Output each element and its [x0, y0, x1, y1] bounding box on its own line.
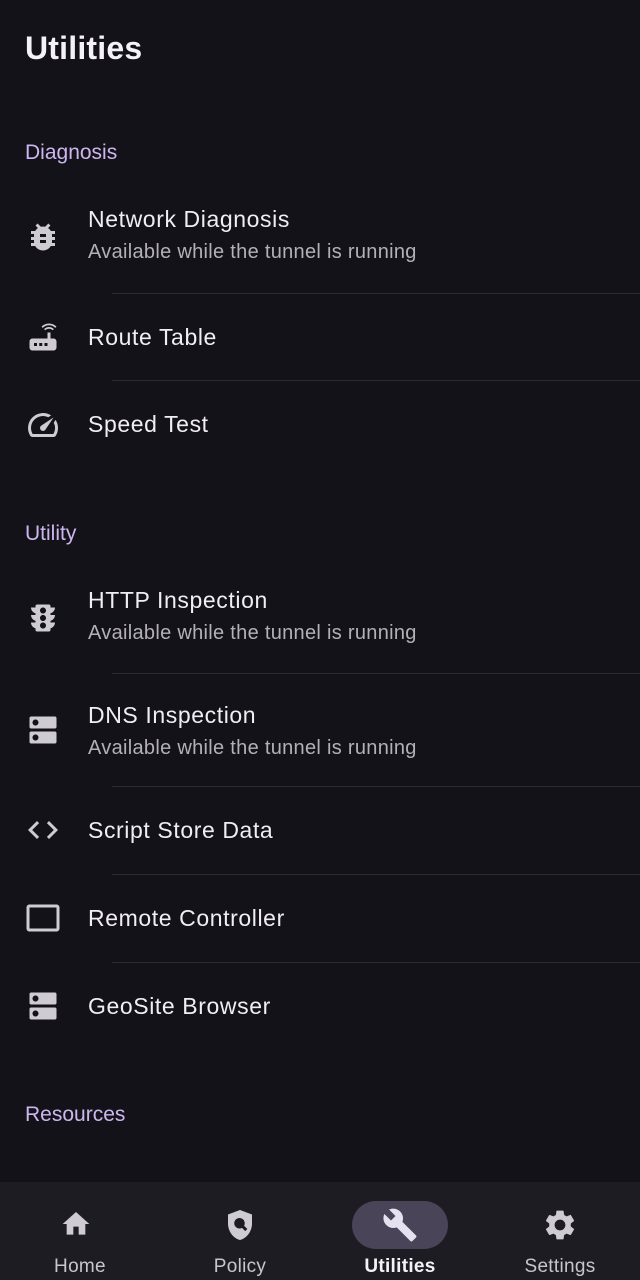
list-item-script-store-data[interactable]: Script Store Data: [0, 787, 640, 874]
section-header-resources: Resources: [25, 1103, 126, 1126]
shield-search-icon: [222, 1207, 258, 1243]
item-title: Script Store Data: [88, 817, 274, 843]
list-item-route-table[interactable]: Route Table: [0, 294, 640, 380]
page-title: Utilities: [25, 30, 143, 66]
item-title: Remote Controller: [88, 905, 285, 931]
section-header-utility: Utility: [25, 522, 77, 545]
wrench-icon: [382, 1207, 418, 1243]
list-item-http-inspection[interactable]: HTTP Inspection Available while the tunn…: [0, 575, 640, 673]
speedometer-icon: [25, 407, 61, 443]
list-item-speed-test[interactable]: Speed Test: [0, 381, 640, 469]
router-icon: [25, 319, 61, 355]
list-item-network-diagnosis[interactable]: Network Diagnosis Available while the tu…: [0, 194, 640, 292]
nav-label: Utilities: [364, 1256, 436, 1277]
list-item-geosite-browser[interactable]: GeoSite Browser: [0, 963, 640, 1051]
dns-icon: [25, 712, 61, 748]
screen-icon: [25, 900, 61, 936]
traffic-light-icon: [25, 600, 61, 636]
item-subtitle: Available while the tunnel is running: [88, 622, 417, 644]
nav-item-policy[interactable]: Policy: [160, 1182, 320, 1280]
home-icon: [60, 1208, 96, 1244]
item-subtitle: Available while the tunnel is running: [88, 737, 417, 759]
gear-icon: [542, 1207, 578, 1243]
section-header-diagnosis: Diagnosis: [25, 141, 118, 164]
item-title: Speed Test: [88, 411, 209, 437]
nav-item-utilities[interactable]: Utilities: [320, 1182, 480, 1280]
item-title: Route Table: [88, 324, 217, 350]
code-icon: [25, 812, 61, 848]
nav-item-home[interactable]: Home: [0, 1182, 160, 1280]
nav-label: Settings: [524, 1256, 596, 1277]
item-title: HTTP Inspection: [88, 587, 268, 613]
nav-item-settings[interactable]: Settings: [480, 1182, 640, 1280]
list-item-remote-controller[interactable]: Remote Controller: [0, 875, 640, 962]
item-title: Network Diagnosis: [88, 206, 290, 232]
nav-label: Policy: [213, 1256, 267, 1277]
dns-icon: [25, 988, 61, 1024]
bottom-navigation: Home Policy Utilities Settings: [0, 1182, 640, 1280]
item-title: DNS Inspection: [88, 702, 257, 728]
item-title: GeoSite Browser: [88, 993, 271, 1019]
nav-label: Home: [54, 1256, 106, 1277]
item-subtitle: Available while the tunnel is running: [88, 241, 417, 263]
list-item-dns-inspection[interactable]: DNS Inspection Available while the tunne…: [0, 674, 640, 786]
bug-icon: [25, 219, 61, 255]
